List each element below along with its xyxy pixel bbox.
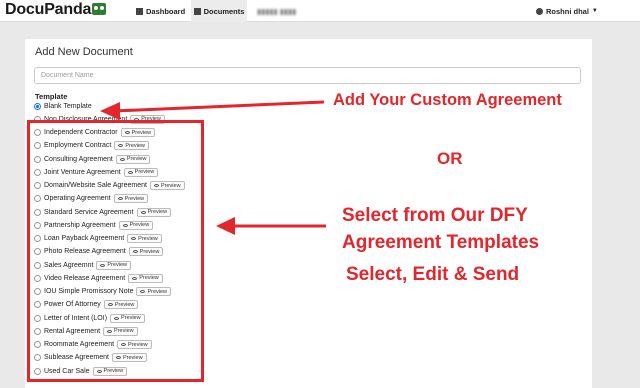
annotation-dfy-line1: Select from Our DFY bbox=[342, 205, 528, 226]
annotation-custom-agreement: Add Your Custom Agreement bbox=[333, 91, 562, 109]
arrow-to-blank-template bbox=[113, 100, 325, 113]
annotation-dfy-line2: Agreement Templates bbox=[342, 232, 540, 253]
annotation-or: OR bbox=[437, 149, 463, 168]
annotation-select-edit-send: Select, Edit & Send bbox=[346, 264, 520, 285]
arrowhead-left-icon bbox=[100, 102, 120, 120]
annotation-arrows bbox=[100, 100, 326, 235]
arrowhead-left-icon bbox=[216, 217, 235, 235]
